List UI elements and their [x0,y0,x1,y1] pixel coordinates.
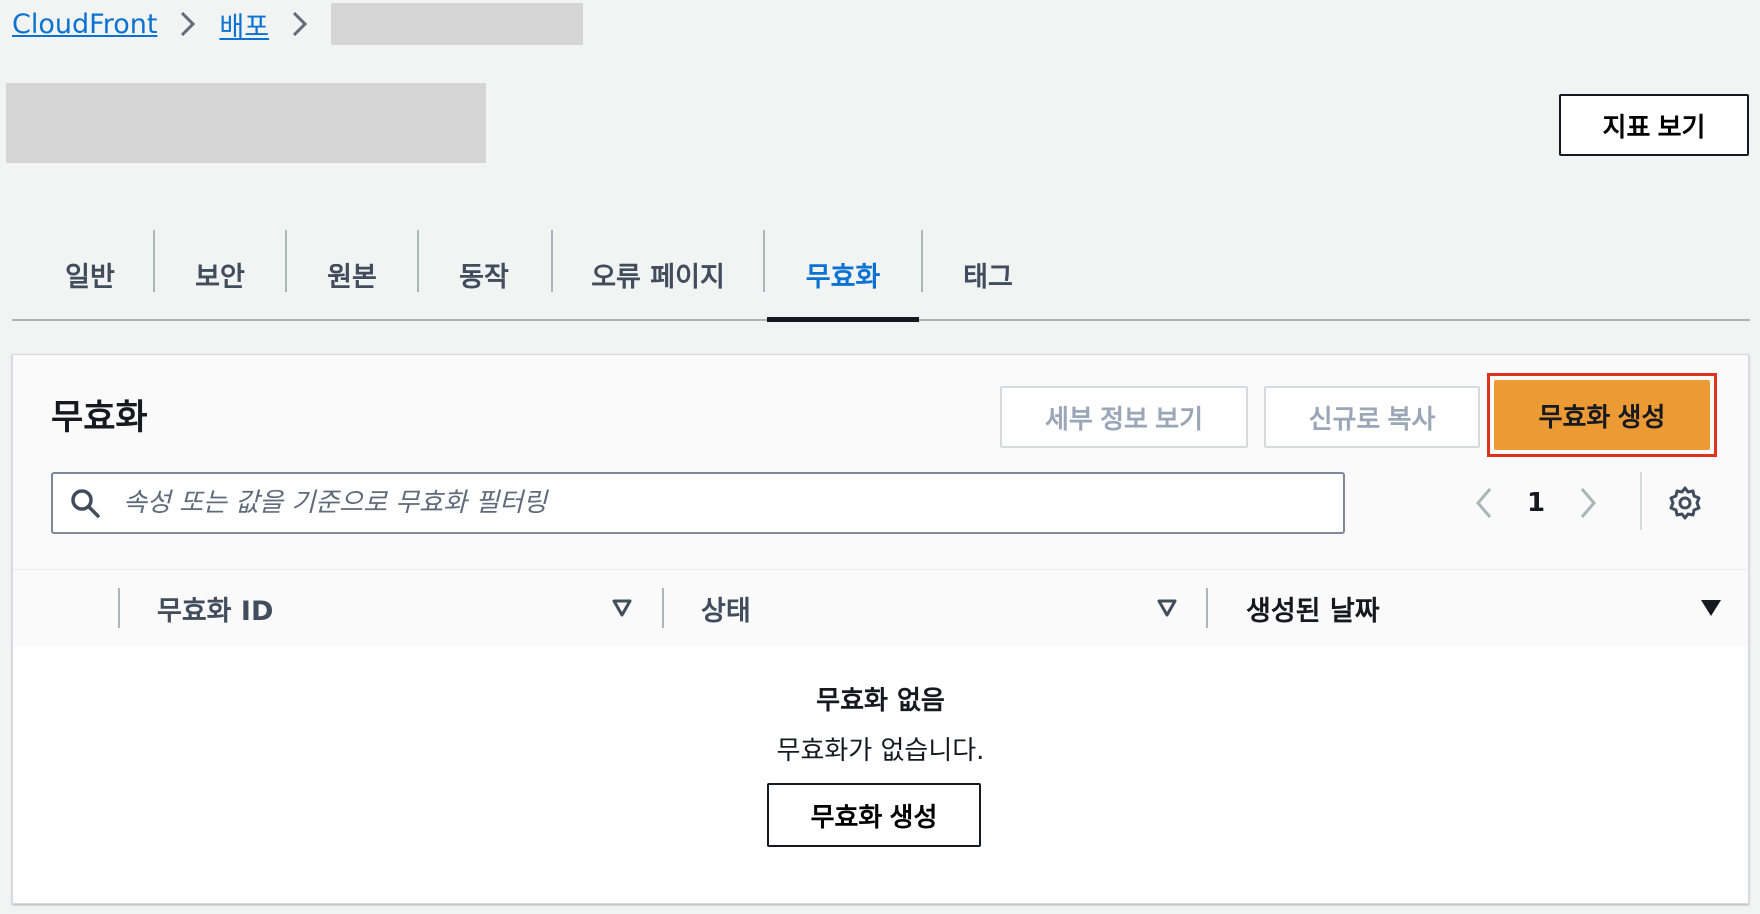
pagination: 1 [1473,472,1599,534]
view-details-button[interactable]: 세부 정보 보기 [1000,386,1248,448]
breadcrumb-distributions-link[interactable]: 배포 [219,5,269,44]
tab-origins[interactable]: 원본 [287,230,417,319]
settings-divider [1640,472,1642,530]
column-divider [662,588,664,628]
tab-security[interactable]: 보안 [155,230,285,319]
invalidations-container: 무효화 세부 정보 보기 신규로 복사 무효화 생성 1 무효화 ID 상태 [12,354,1749,904]
tab-behaviors[interactable]: 동작 [419,230,549,319]
copy-to-new-button[interactable]: 신규로 복사 [1264,386,1480,448]
page-title-redacted [6,83,486,163]
settings-icon[interactable] [1667,485,1703,521]
page-number[interactable]: 1 [1527,488,1545,518]
empty-state-text: 무효화가 없습니다. [776,736,985,766]
column-header-invalidation-id[interactable]: 무효화 ID [157,570,273,646]
chevron-right-icon[interactable] [1575,486,1599,520]
tab-invalidations[interactable]: 무효화 [767,230,919,322]
empty-create-invalidation-button[interactable]: 무효화 생성 [767,783,981,847]
chevron-left-icon[interactable] [1473,486,1497,520]
column-divider [1206,588,1208,628]
search-input[interactable] [121,487,1343,519]
tab-general[interactable]: 일반 [32,230,148,319]
sort-icon[interactable] [1156,594,1178,620]
breadcrumb-cloudfront-link[interactable]: CloudFront [12,9,157,40]
invalidations-title: 무효화 [51,398,148,438]
filter-search [51,472,1345,534]
distribution-tabs: 일반 보안 원본 동작 오류 페이지 무효화 태그 [12,230,1750,322]
view-metrics-button[interactable]: 지표 보기 [1559,94,1749,156]
chevron-right-icon [179,10,197,38]
tab-error-pages[interactable]: 오류 페이지 [553,230,763,319]
tab-tags[interactable]: 태그 [923,230,1053,319]
tab-divider [763,230,765,292]
create-invalidation-button[interactable]: 무효화 생성 [1494,380,1710,450]
empty-state-title: 무효화 없음 [816,686,945,716]
column-header-created-date[interactable]: 생성된 날짜 [1246,570,1380,646]
sort-icon[interactable] [611,594,633,620]
search-icon [69,487,101,519]
breadcrumb-redacted-distribution [331,3,584,45]
column-header-status[interactable]: 상태 [701,570,751,646]
breadcrumb: CloudFront 배포 [12,3,584,45]
table-header: 무효화 ID 상태 생성된 날짜 [13,569,1748,647]
chevron-right-icon [291,10,309,38]
column-divider [118,588,120,628]
table-body: 무효화 없음 무효화가 없습니다. 무효화 생성 [13,646,1748,903]
sort-descending-icon[interactable] [1699,594,1723,620]
